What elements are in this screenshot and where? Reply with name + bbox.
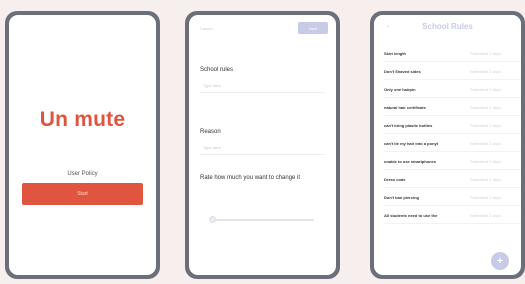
row-divider [384, 115, 521, 116]
rule-name: Only one hairpin [384, 86, 416, 92]
rules-list-screen: ‹ School Rules Skirt length Submitted 2 d… [374, 15, 521, 275]
list-item[interactable]: Dress code Submitted 2 days [384, 174, 521, 184]
rule-meta: Submitted 2 days [470, 158, 501, 164]
rule-meta: Submitted 2 days [470, 104, 501, 110]
rule-meta: Submitted 2 days [470, 212, 501, 218]
list-item[interactable]: unable to use smartphones Submitted 2 day… [384, 156, 521, 166]
app-logo-text: Un mute [39, 108, 126, 131]
list-item[interactable]: Skirt length Submitted 2 days [384, 48, 521, 58]
row-divider [384, 79, 521, 80]
rule-name: can't tie my hair into a ponyt [384, 140, 439, 146]
phone-frame-list: ‹ School Rules Skirt length Submitted 2 d… [370, 11, 525, 279]
rating-slider-thumb[interactable] [209, 216, 216, 223]
rule-name: Don't ban piercing [384, 194, 419, 200]
add-rule-button[interactable]: + [491, 252, 509, 270]
list-header: ‹ School Rules [374, 15, 521, 37]
row-divider [384, 169, 521, 170]
row-divider [384, 187, 521, 188]
list-item[interactable]: Don't Shaved sides Submitted 2 days [384, 66, 521, 76]
rule-name: Dress code [384, 176, 406, 182]
list-item[interactable]: can't tie my hair into a ponyt Submitted … [384, 138, 521, 148]
list-item[interactable]: All students need to use the Submitted 2 … [384, 210, 521, 220]
rule-name: All students need to use the [384, 212, 438, 218]
phone-frame-splash: Un mute User Policy Start [5, 11, 160, 279]
rule-name: Don't Shaved sides [384, 68, 421, 74]
list-item[interactable]: can't bring plastic bottles Submitted 2 d… [384, 120, 521, 130]
rule-meta: Submitted 2 days [470, 68, 501, 74]
row-divider [384, 151, 521, 152]
rating-slider-track[interactable] [211, 219, 314, 221]
school-rules-label: School rules [200, 67, 234, 73]
rule-meta: Submitted 2 days [470, 122, 501, 128]
school-rules-input[interactable]: Type here [200, 79, 325, 93]
rating-label: Rate how much you want to change it [200, 175, 301, 181]
row-divider [384, 61, 521, 62]
row-divider [384, 223, 521, 224]
page-title: School Rules [422, 22, 473, 31]
rule-meta: Submitted 2 days [470, 50, 501, 56]
rule-meta: Submitted 2 days [470, 86, 501, 92]
rule-meta: Submitted 2 days [470, 194, 501, 200]
rule-name: can't bring plastic bottles [384, 122, 433, 128]
rule-meta: Submitted 2 days [470, 140, 501, 146]
form-screen: Cancel Next School rules Type here Reaso… [189, 15, 336, 275]
phone-frame-form: Cancel Next School rules Type here Reaso… [185, 11, 340, 279]
row-divider [384, 133, 521, 134]
splash-screen: Un mute User Policy Start [9, 15, 156, 275]
user-policy-link[interactable]: User Policy [9, 171, 156, 177]
row-divider [384, 205, 521, 206]
rule-name: natural hair certificate [384, 104, 426, 110]
reason-label: Reason [200, 129, 221, 135]
cancel-link[interactable]: Cancel [200, 26, 212, 31]
rule-name: Skirt length [384, 50, 407, 56]
list-item[interactable]: natural hair certificate Submitted 2 days [384, 102, 521, 112]
start-button[interactable]: Start [22, 183, 143, 205]
list-item[interactable]: Only one hairpin Submitted 2 days [384, 84, 521, 94]
next-button[interactable]: Next [298, 22, 328, 34]
row-divider [384, 97, 521, 98]
rule-meta: Submitted 2 days [470, 176, 501, 182]
list-item[interactable]: Don't ban piercing Submitted 2 days [384, 192, 521, 202]
reason-input[interactable]: Type here [200, 141, 325, 155]
rule-name: unable to use smartphones [384, 158, 437, 164]
